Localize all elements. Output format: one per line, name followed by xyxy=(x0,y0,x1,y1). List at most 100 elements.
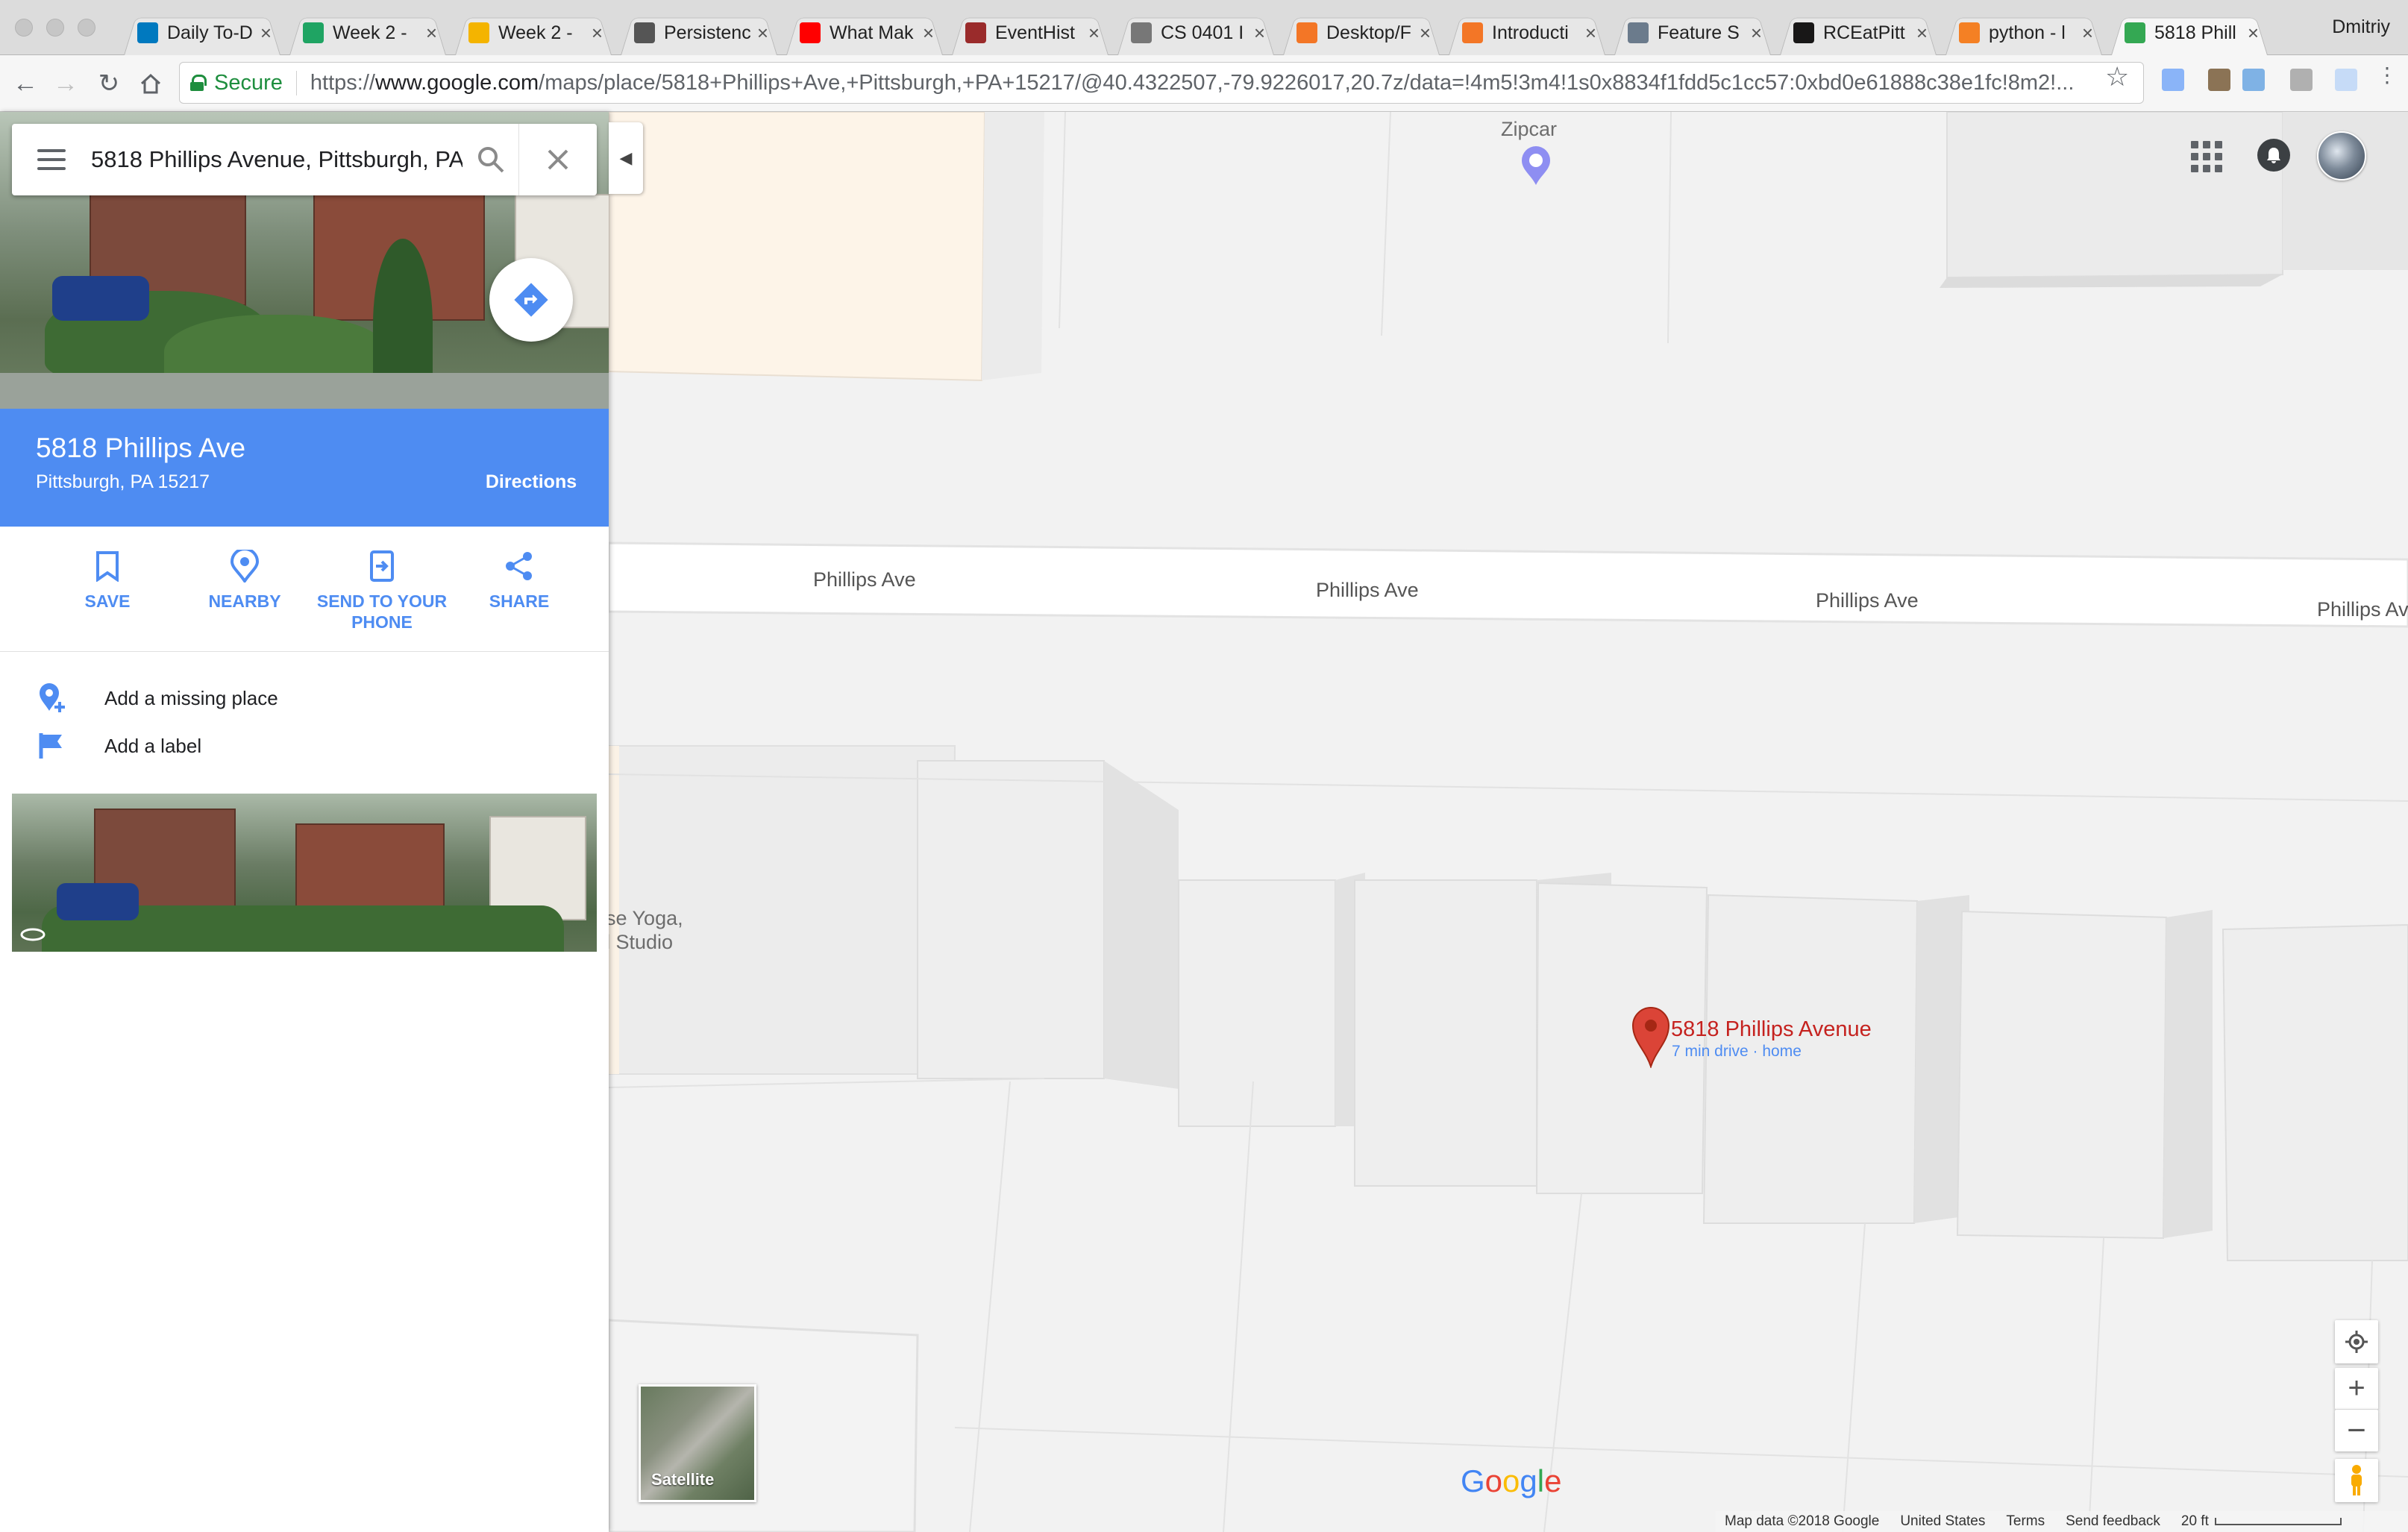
tab-close-icon[interactable]: × xyxy=(2248,22,2259,45)
add-missing-place-link[interactable]: Add a missing place xyxy=(0,674,609,722)
browser-tab[interactable]: python - l × xyxy=(1941,10,2107,55)
tab-close-icon[interactable]: × xyxy=(426,22,437,45)
tab-title: EventHist xyxy=(995,22,1075,43)
tab-close-icon[interactable]: × xyxy=(592,22,603,45)
bookmark-star-icon[interactable]: ☆ xyxy=(2105,61,2129,92)
tab-close-icon[interactable]: × xyxy=(1751,22,1762,45)
youtube-icon xyxy=(800,22,821,43)
browser-tab[interactable]: Desktop/F × xyxy=(1279,10,1444,55)
tab-title: Week 2 - xyxy=(498,22,573,43)
forward-button[interactable]: → xyxy=(49,67,82,100)
search-button[interactable] xyxy=(463,124,519,195)
tab-close-icon[interactable]: × xyxy=(1254,22,1265,45)
document-icon xyxy=(1131,22,1152,43)
google-apps-button[interactable] xyxy=(2189,139,2224,175)
street-view-pegman[interactable] xyxy=(2335,1459,2378,1502)
jupyter-icon xyxy=(1462,22,1483,43)
clear-search-button[interactable] xyxy=(519,124,597,195)
extension-icon[interactable] xyxy=(2290,69,2313,91)
jupyter-icon xyxy=(1297,22,1317,43)
url-text[interactable]: https://www.google.com/maps/place/5818+P… xyxy=(310,71,2133,95)
tab-title: RCEatPitt xyxy=(1823,22,1905,43)
scale-indicator[interactable]: 20 ft xyxy=(2181,1513,2342,1530)
tab-title: Introducti xyxy=(1492,22,1569,43)
home-button[interactable] xyxy=(134,67,167,100)
nearby-button[interactable]: NEARBY xyxy=(176,527,313,651)
extension-icon[interactable] xyxy=(2208,69,2230,91)
tab-close-icon[interactable]: × xyxy=(1585,22,1596,45)
tab-close-icon[interactable]: × xyxy=(1420,22,1431,45)
share-button[interactable]: SHARE xyxy=(451,527,588,651)
poi-yoga-label[interactable]: l Studio xyxy=(606,931,673,954)
browser-tab[interactable]: Week 2 - × xyxy=(451,10,616,55)
share-icon xyxy=(501,547,538,585)
nearby-icon xyxy=(226,547,263,585)
satellite-toggle[interactable]: Satellite xyxy=(639,1384,756,1502)
search-input[interactable] xyxy=(91,146,463,173)
avatar[interactable] xyxy=(2317,131,2366,180)
zoom-in-button[interactable]: + xyxy=(2335,1368,2378,1410)
trello-icon xyxy=(137,22,158,43)
browser-tab[interactable]: EventHist × xyxy=(947,10,1113,55)
terms-link[interactable]: Terms xyxy=(2006,1513,2045,1530)
browser-tab[interactable]: CS 0401 I × xyxy=(1113,10,1279,55)
notifications-button[interactable] xyxy=(2257,139,2290,172)
collapse-panel-button[interactable]: ◀ xyxy=(609,122,643,194)
location-pin-icon[interactable] xyxy=(1631,1005,1671,1068)
menu-icon[interactable] xyxy=(12,124,91,195)
chrome-menu-icon[interactable]: ⋮ xyxy=(2377,63,2398,87)
address-bar[interactable]: Secure https://www.google.com/maps/place… xyxy=(179,62,2144,104)
profile-name[interactable]: Dmitriy xyxy=(2332,16,2390,38)
poi-yoga-label[interactable]: se Yoga, xyxy=(606,907,683,930)
tab-title: Persistenc xyxy=(664,22,751,43)
zoom-out-button[interactable]: − xyxy=(2335,1410,2378,1451)
browser-tab[interactable]: RCEatPitt × xyxy=(1775,10,1941,55)
extension-icon[interactable] xyxy=(2242,69,2265,91)
my-location-button[interactable] xyxy=(2335,1320,2378,1363)
browser-tab[interactable]: Daily To-D × xyxy=(119,10,285,55)
window-minimize-button[interactable] xyxy=(46,19,64,37)
street-view-thumbnail[interactable] xyxy=(12,794,597,952)
extension-icon[interactable] xyxy=(2335,69,2357,91)
directions-icon xyxy=(514,283,548,317)
window-maximize-button[interactable] xyxy=(78,19,95,37)
directions-label[interactable]: Directions xyxy=(463,471,600,493)
add-label-link[interactable]: Add a label xyxy=(0,722,609,770)
extension-icon[interactable] xyxy=(2162,69,2184,91)
send-to-phone-button[interactable]: SEND TO YOUR PHONE xyxy=(313,527,451,651)
reload-button[interactable]: ↻ xyxy=(93,67,125,100)
pin-label[interactable]: 5818 Phillips Avenue xyxy=(1671,1017,1872,1042)
google-logo: Google xyxy=(1461,1463,1562,1498)
browser-tab[interactable]: What Mak × xyxy=(782,10,947,55)
search-box xyxy=(12,124,597,195)
street-label: Phillips Ave xyxy=(813,568,916,591)
poi-zipcar-label[interactable]: Zipcar xyxy=(1501,118,1557,141)
tab-close-icon[interactable]: × xyxy=(1916,22,1928,45)
pegman-icon xyxy=(2351,1465,2362,1495)
window-close-button[interactable] xyxy=(15,19,33,37)
zipcar-pin-icon[interactable] xyxy=(1519,145,1553,186)
browser-tab[interactable]: Introducti × xyxy=(1444,10,1610,55)
browser-tab[interactable]: 5818 Phill × xyxy=(2107,10,2272,55)
tab-close-icon[interactable]: × xyxy=(1088,22,1100,45)
place-title: 5818 Phillips Ave xyxy=(36,433,246,463)
send-to-phone-icon xyxy=(363,547,401,585)
slides-icon xyxy=(468,22,489,43)
tab-close-icon[interactable]: × xyxy=(923,22,934,45)
tab-close-icon[interactable]: × xyxy=(2082,22,2093,45)
directions-button[interactable] xyxy=(489,258,573,342)
send-feedback-link[interactable]: Send feedback xyxy=(2066,1513,2160,1530)
browser-tab[interactable]: Feature S × xyxy=(1610,10,1775,55)
tab-close-icon[interactable]: × xyxy=(260,22,272,45)
browser-tab-strip: Daily To-D × Week 2 - × Week 2 - × Persistenc ×… xyxy=(0,0,2408,55)
360-view-icon xyxy=(20,928,46,941)
house-image xyxy=(489,816,586,920)
tab-title: Feature S xyxy=(1658,22,1740,43)
save-button[interactable]: SAVE xyxy=(39,527,176,651)
browser-tab[interactable]: Persistenc × xyxy=(616,10,782,55)
region-link[interactable]: United States xyxy=(1900,1513,1985,1530)
street-label: Phillips Av xyxy=(2317,598,2408,621)
tab-close-icon[interactable]: × xyxy=(757,22,768,45)
back-button[interactable]: ← xyxy=(9,67,42,100)
browser-tab[interactable]: Week 2 - × xyxy=(285,10,451,55)
